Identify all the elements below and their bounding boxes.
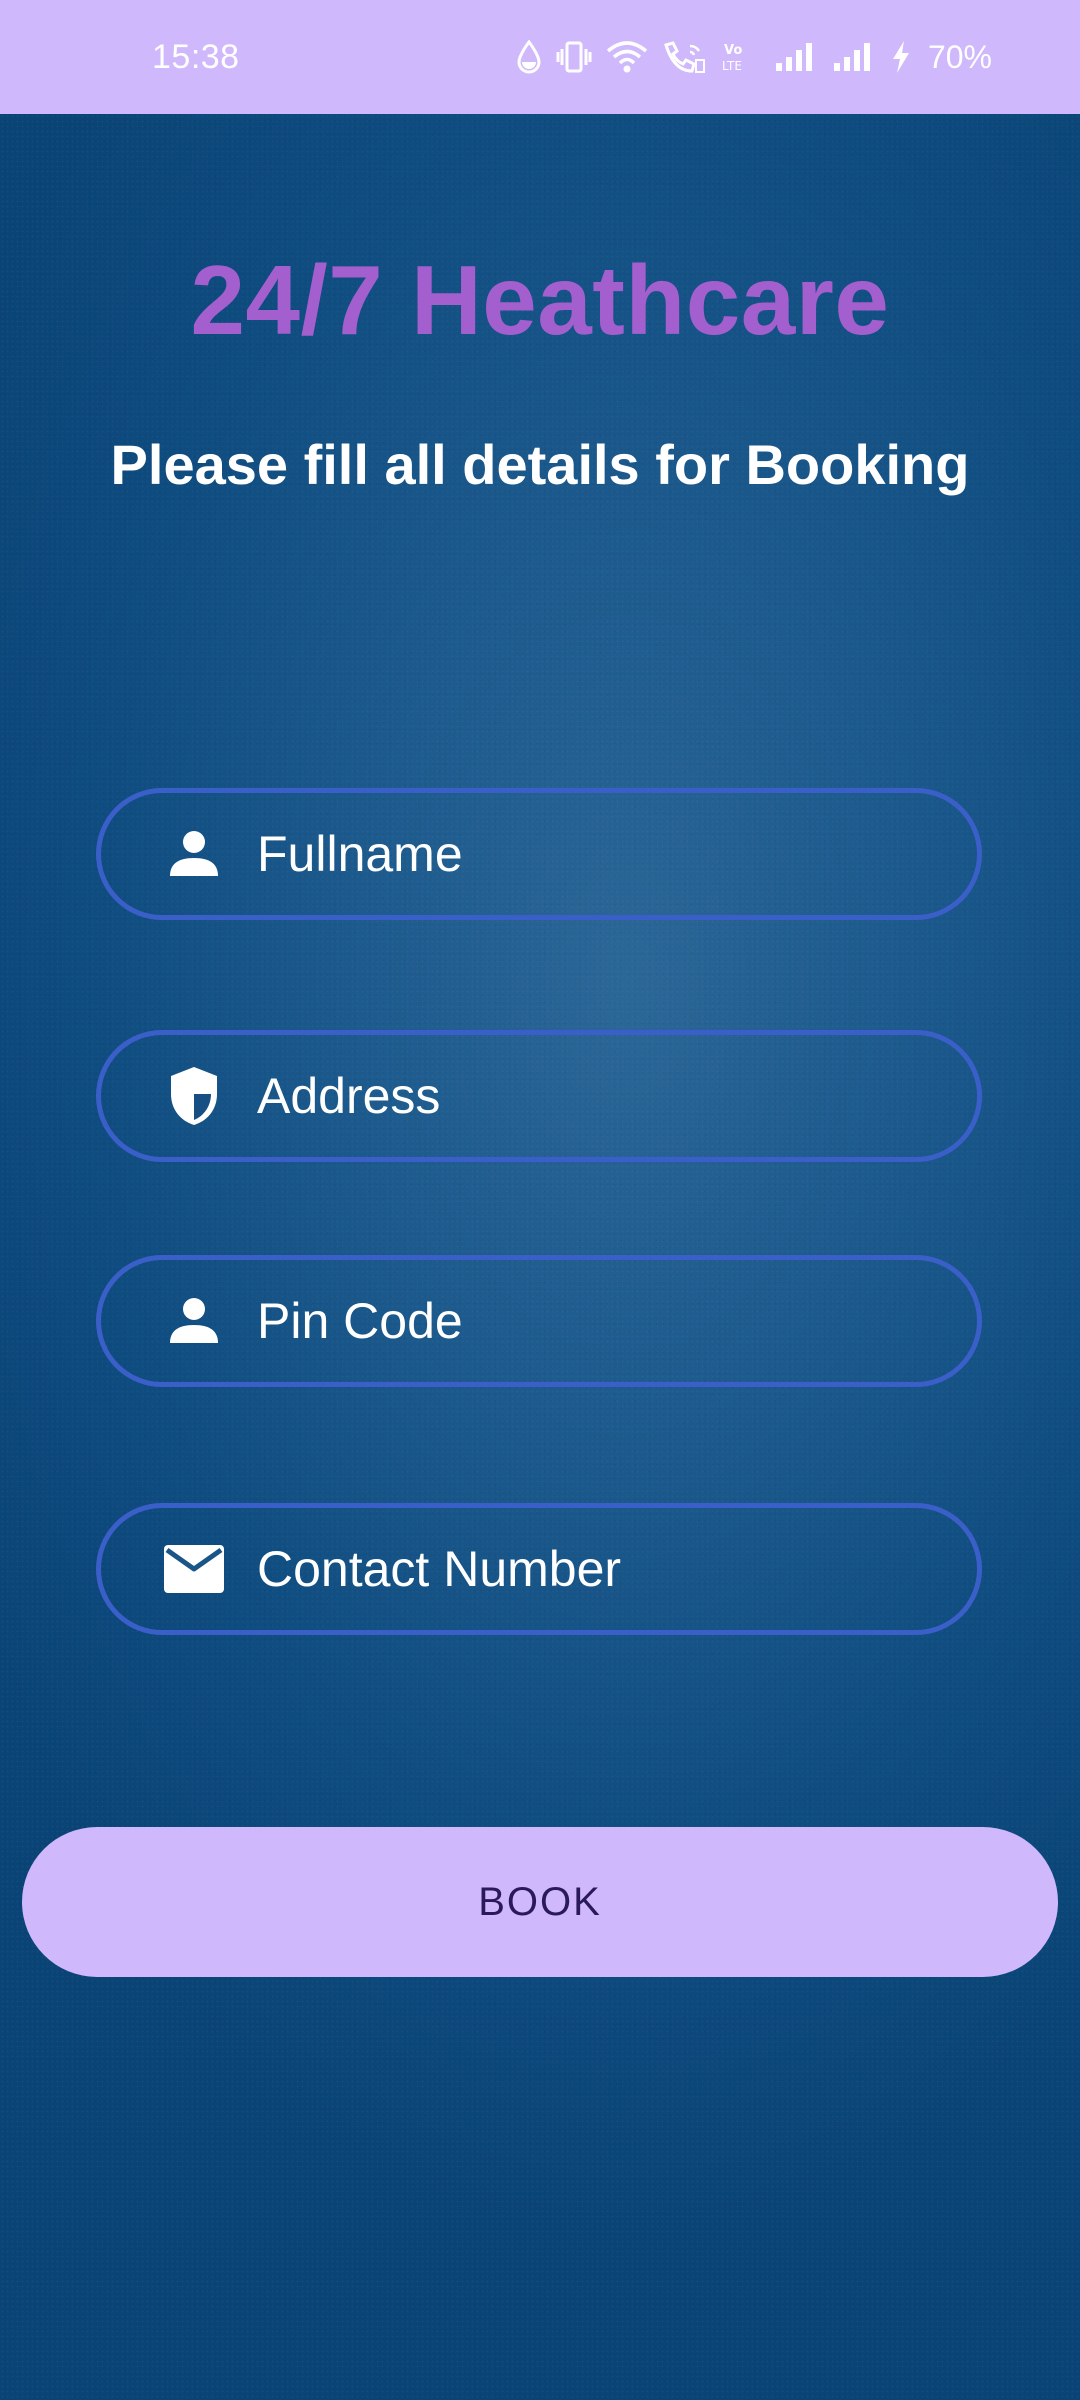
person-icon [163, 823, 225, 885]
mail-icon [163, 1538, 225, 1600]
booking-screen: 24/7 Heathcare Please fill all details f… [0, 114, 1080, 2400]
contact-number-input[interactable] [257, 1508, 977, 1630]
charging-bolt-icon [892, 41, 909, 73]
water-drop-icon [517, 40, 541, 74]
shield-icon [163, 1065, 225, 1127]
address-input[interactable] [257, 1035, 977, 1157]
vibrate-icon [556, 41, 592, 73]
status-bar: 15:38 Vo LTE 70% [0, 0, 1080, 114]
contact-number-field[interactable] [96, 1503, 982, 1635]
svg-text:LTE: LTE [722, 59, 742, 73]
battery-percentage: 70% [927, 38, 992, 75]
status-icons: Vo LTE 70% [516, 39, 992, 76]
status-time: 15:38 [152, 37, 240, 76]
book-button[interactable]: BOOK [22, 1827, 1058, 1977]
page-subtitle: Please fill all details for Booking [110, 433, 970, 496]
wifi-calling-icon [664, 41, 705, 73]
pincode-input[interactable] [257, 1260, 977, 1382]
address-field[interactable] [96, 1030, 982, 1162]
pincode-field[interactable] [96, 1255, 982, 1387]
volte-icon: Vo LTE [722, 43, 742, 73]
fullname-input[interactable] [257, 793, 977, 915]
signal-1-icon [775, 43, 812, 71]
wifi-icon [606, 41, 648, 73]
svg-text:Vo: Vo [724, 43, 742, 58]
signal-2-icon [833, 43, 870, 71]
person-icon [163, 1290, 225, 1352]
app-title: 24/7 Heathcare [190, 245, 890, 355]
fullname-field[interactable] [96, 788, 982, 920]
